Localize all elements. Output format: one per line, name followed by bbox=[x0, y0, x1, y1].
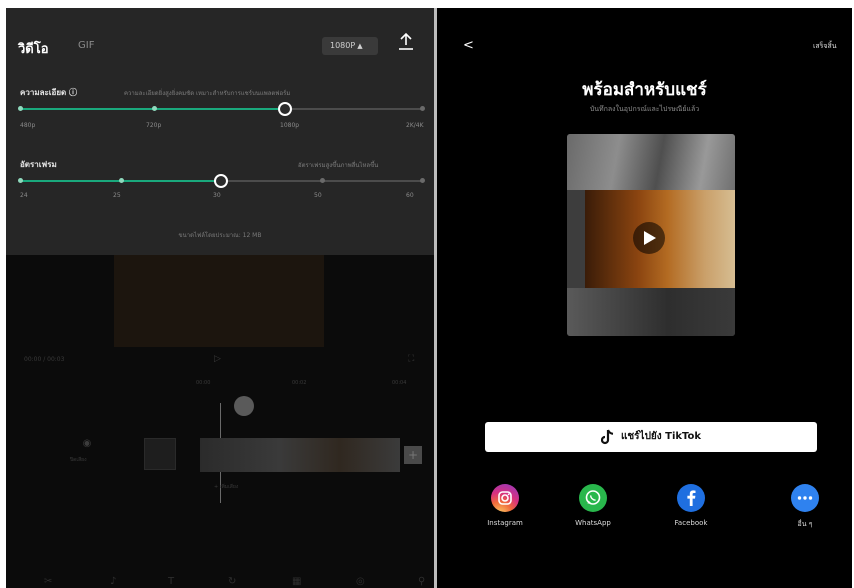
ruler-label: 00:02 bbox=[292, 380, 307, 386]
editor-time: 00:00 / 00:03 bbox=[24, 356, 65, 363]
resolution-tick: 1080p bbox=[280, 122, 300, 129]
tab-video[interactable]: วิดีโอ bbox=[18, 38, 49, 59]
whatsapp-icon bbox=[579, 484, 607, 512]
share-more[interactable]: อื่น ๆ bbox=[777, 484, 833, 530]
share-label: Facebook bbox=[674, 519, 708, 527]
share-tiktok-label: แชร์ไปยัง TikTok bbox=[620, 431, 702, 442]
tab-gif[interactable]: GIF bbox=[78, 40, 94, 51]
back-button[interactable]: < bbox=[463, 38, 474, 53]
share-tiktok-button[interactable]: แชร์ไปยัง TikTok bbox=[485, 422, 817, 452]
framerate-tick: 50 bbox=[314, 192, 322, 199]
framerate-tick: 24 bbox=[20, 192, 28, 199]
framerate-slider-thumb[interactable] bbox=[214, 174, 228, 188]
slider-stop bbox=[18, 106, 23, 111]
framerate-tick: 30 bbox=[213, 192, 221, 199]
export-settings-sheet: วิดีโอ GIF 1080P ▲ ความละเอียด ⓘ ความละเอ… bbox=[6, 8, 434, 255]
ruler-label: 00:00 bbox=[196, 380, 211, 386]
framerate-tick: 60 bbox=[406, 192, 414, 199]
slider-stop bbox=[18, 178, 23, 183]
video-frame-bottom bbox=[567, 288, 735, 336]
more-icon bbox=[791, 484, 819, 512]
resolution-tick: 720p bbox=[146, 122, 162, 129]
tiktok-icon bbox=[600, 429, 614, 445]
framerate-label: อัตราเฟรม bbox=[20, 160, 57, 169]
chevron-down-icon: ▲ bbox=[357, 42, 363, 50]
export-icon[interactable] bbox=[398, 32, 414, 52]
resolution-hint: ความละเอียดยิ่งสูงยิ่งคมชัด เหมาะสำหรับก… bbox=[124, 90, 291, 97]
cut-icon: ✂ bbox=[44, 576, 53, 587]
video-clip-strip bbox=[200, 438, 400, 472]
framerate-tick: 25 bbox=[113, 192, 121, 199]
file-size-note: ขนาดไฟล์โดยประมาณ: 12 MB bbox=[178, 232, 262, 239]
resolution-select-value: 1080P bbox=[330, 41, 356, 50]
resolution-tick: 2K/4K bbox=[406, 122, 424, 129]
share-label: WhatsApp bbox=[575, 519, 611, 527]
ruler-label: 00:04 bbox=[392, 380, 407, 386]
page-subtitle: บันทึกลงในอุปกรณ์และไปรษณีย์แล้ว bbox=[589, 105, 700, 113]
mute-label: ปิดเสียง bbox=[70, 457, 87, 463]
slider-stop bbox=[152, 106, 157, 111]
share-label: อื่น ๆ bbox=[797, 520, 813, 528]
text-icon: T bbox=[168, 576, 175, 587]
cover-thumbnail bbox=[144, 438, 176, 470]
resolution-tick: 480p bbox=[20, 122, 36, 129]
slider-stop bbox=[119, 178, 124, 183]
video-frame-top bbox=[567, 134, 735, 190]
done-button[interactable]: เสร็จสิ้น bbox=[813, 41, 837, 52]
video-preview[interactable] bbox=[567, 134, 735, 336]
filter-icon: ◎ bbox=[356, 576, 365, 587]
slider-stop bbox=[420, 106, 425, 111]
editor-toolbar: ✂ ♪ T ↻ ▦ ◎ ⚲ bbox=[6, 576, 434, 588]
editor-preview bbox=[114, 255, 324, 347]
share-label: Instagram bbox=[487, 519, 523, 527]
audio-icon: ♪ bbox=[110, 576, 117, 587]
slider-stop bbox=[320, 178, 325, 183]
resolution-slider-thumb[interactable] bbox=[278, 102, 292, 116]
resolution-select[interactable]: 1080P ▲ bbox=[322, 37, 378, 55]
add-clip-icon: + bbox=[404, 446, 422, 464]
share-facebook[interactable]: Facebook bbox=[663, 484, 719, 527]
more-tools-icon: ⚲ bbox=[418, 576, 426, 587]
fullscreen-icon: ⛶ bbox=[408, 354, 415, 364]
timeline-marker bbox=[234, 396, 254, 416]
framerate-hint: อัตราเฟรมสูงขึ้นภาพลื่นไหลขึ้น bbox=[298, 162, 379, 169]
facebook-icon bbox=[677, 484, 705, 512]
slider-stop bbox=[420, 178, 425, 183]
play-icon: ▷ bbox=[214, 354, 221, 364]
add-audio-label: + เพิ่มเสียง bbox=[214, 484, 239, 490]
resolution-label: ความละเอียด ⓘ bbox=[20, 88, 78, 97]
sticker-icon: ▦ bbox=[292, 576, 302, 587]
share-screen: < เสร็จสิ้น พร้อมสำหรับแชร์ บันทึกลงในอุ… bbox=[437, 8, 852, 588]
instagram-icon bbox=[491, 484, 519, 512]
play-icon[interactable] bbox=[633, 222, 665, 254]
resolution-slider[interactable] bbox=[18, 106, 425, 111]
export-settings-panel: วิดีโอ GIF 1080P ▲ ความละเอียด ⓘ ความละเอ… bbox=[6, 8, 434, 588]
page-title: พร้อมสำหรับแชร์ bbox=[582, 80, 707, 100]
share-instagram[interactable]: Instagram bbox=[477, 484, 533, 527]
effects-icon: ↻ bbox=[228, 576, 237, 587]
share-whatsapp[interactable]: WhatsApp bbox=[565, 484, 621, 527]
